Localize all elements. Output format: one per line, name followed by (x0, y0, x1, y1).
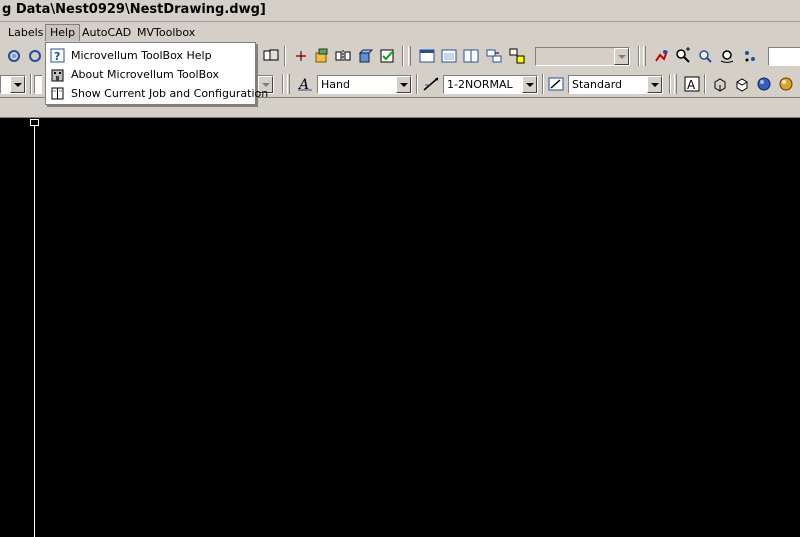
menu-labels[interactable]: Labels (4, 24, 47, 41)
toolbar-separator (638, 46, 640, 66)
menu-item-label: Microvellum ToolBox Help (71, 49, 212, 62)
toolbar-separator (30, 74, 32, 94)
text-style-combo[interactable]: Hand (317, 75, 412, 94)
3d-hidden-icon[interactable] (733, 75, 751, 93)
book-icon (51, 87, 64, 100)
toolbar-separator (542, 74, 544, 94)
windows-cascade-icon[interactable] (508, 47, 526, 65)
window-split-icon[interactable] (462, 47, 480, 65)
menu-bar: Labels Help AutoCAD MVToolbox (0, 22, 800, 42)
command-field[interactable] (768, 47, 800, 66)
dimension-style-value: 1-2NORMAL (447, 78, 513, 91)
copy-object-icon[interactable] (262, 47, 280, 65)
chevron-down-icon (10, 76, 25, 93)
table-style-icon[interactable] (547, 75, 565, 93)
table-style-value: Standard (572, 78, 623, 91)
toolbar-grip[interactable] (287, 74, 290, 94)
insert-point-icon[interactable] (292, 47, 310, 65)
3d-wireframe-icon[interactable] (711, 75, 729, 93)
chevron-down-icon (614, 48, 629, 65)
layer-combo[interactable] (0, 75, 26, 94)
zoom-realtime-icon[interactable] (674, 47, 692, 65)
svg-text:A: A (297, 77, 309, 93)
menu-item-label: About Microvellum ToolBox (71, 68, 220, 81)
3d-box-icon[interactable] (356, 47, 374, 65)
chevron-down-icon (396, 76, 411, 93)
toolbar-separator (416, 74, 418, 94)
menu-help[interactable]: Help (45, 24, 81, 41)
pan-realtime-icon[interactable] (652, 47, 670, 65)
dimension-style-combo[interactable]: 1-2NORMAL (443, 75, 538, 94)
mirror-icon[interactable] (334, 47, 352, 65)
toolbar-separator (402, 46, 404, 66)
help-menu-dropdown: ? Microvellum ToolBox Help About Microve… (45, 42, 268, 105)
svg-text:A: A (687, 78, 696, 92)
toolbar-separator (704, 74, 706, 94)
text-style-icon[interactable]: A (296, 75, 314, 93)
crosshair-line (34, 119, 35, 537)
menu-mvtoolbox[interactable]: MVToolbox (133, 24, 199, 41)
text-style-value: Hand (321, 78, 350, 91)
toolbar-grip[interactable] (674, 74, 677, 94)
text-frame-icon[interactable]: A (683, 75, 701, 93)
zoom-window-icon[interactable] (696, 47, 714, 65)
crosshair-pickbox (30, 119, 39, 126)
title-bar: g Data\Nest0929\NestDrawing.dwg] (0, 0, 800, 22)
orbit-left-icon[interactable] (5, 47, 23, 65)
properties-icon[interactable] (741, 47, 759, 65)
menu-item-label: Show Current Job and Configuration (71, 87, 269, 100)
dimension-style-icon[interactable] (422, 75, 440, 93)
table-style-combo[interactable]: Standard (568, 75, 663, 94)
toolbar-separator (282, 74, 284, 94)
window-title: g Data\Nest0929\NestDrawing.dwg] (2, 2, 266, 17)
chevron-down-icon (647, 76, 662, 93)
menu-item-show-job-config[interactable]: Show Current Job and Configuration (46, 84, 268, 103)
help-question-icon: ? (50, 48, 65, 63)
drawing-canvas[interactable] (0, 119, 800, 537)
toolbar-grip[interactable] (643, 46, 646, 66)
block-attribute-icon[interactable] (313, 47, 331, 65)
orbit-right-icon[interactable] (26, 47, 44, 65)
toolbar-grip[interactable] (408, 46, 411, 66)
menu-autocad[interactable]: AutoCAD (78, 24, 135, 41)
svg-text:?: ? (54, 50, 60, 63)
chevron-down-icon (522, 76, 537, 93)
zoom-previous-icon[interactable] (718, 47, 736, 65)
menu-item-about-toolbox[interactable]: About Microvellum ToolBox (46, 65, 255, 84)
menu-item-toolbox-help[interactable]: ? Microvellum ToolBox Help (46, 46, 255, 65)
check-arrow-icon[interactable] (378, 47, 396, 65)
render-sphere-icon[interactable] (777, 75, 795, 93)
window-single-icon[interactable] (440, 47, 458, 65)
toolbar-separator (669, 74, 671, 94)
shaded-sphere-icon[interactable] (755, 75, 773, 93)
layer-combo-disabled (535, 47, 630, 66)
linetype-combo[interactable] (34, 75, 42, 94)
building-icon (51, 69, 64, 82)
window-arrange-icon[interactable] (485, 47, 503, 65)
window-tile-icon[interactable] (418, 47, 436, 65)
toolbar-separator (284, 46, 286, 66)
